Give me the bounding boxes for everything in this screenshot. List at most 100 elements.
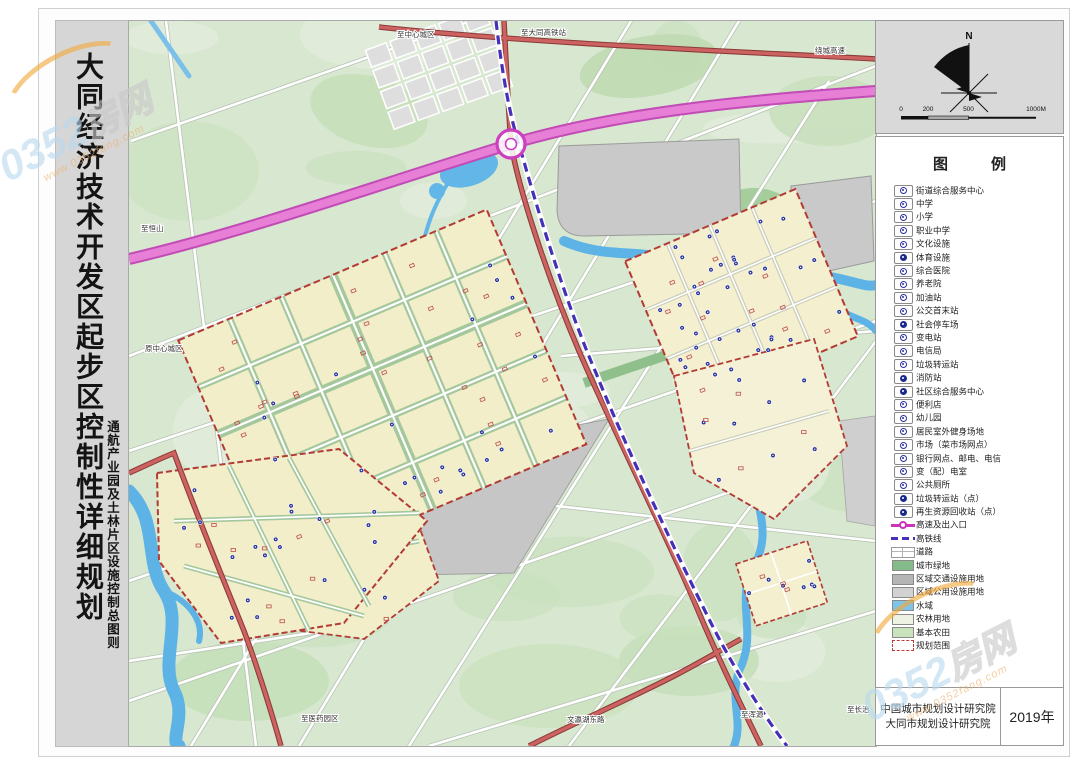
compass-blade [934,45,969,93]
legend-point-icon [890,238,916,250]
legend-row: 垃圾转运站（点） [890,492,1063,505]
interchange-ring [497,130,525,158]
legend-point-icon [890,185,916,197]
legend-row: 便利店 [890,398,1063,411]
legend-row: 社区综合服务中心 [890,385,1063,398]
map-label: 至长治 [847,704,870,714]
legend-row: 银行网点、邮电、电信 [890,452,1063,465]
legend-label: 公共厕所 [916,479,950,491]
legend-label: 公交首末站 [916,305,959,317]
legend-label: 养老院 [916,278,942,290]
legend-row: 职业中学 [890,224,1063,237]
legend-point-icon [890,412,916,424]
legend-label: 高铁线 [916,532,942,544]
legend-row: 高铁线 [890,532,1063,545]
page-subtitle: 通航产业园及土林片区设施控制总图则 [103,420,122,650]
legend-row: 再生资源回收站（点） [890,505,1063,518]
map-canvas: 至中心城区至大同高铁站绕城高速至恒山原中心城区至医药园区文瀛湖东路至浑源至长治 [129,21,876,746]
expressway-swatch [890,520,916,530]
legend-row: 电信局 [890,345,1063,358]
legend-point-icon [890,439,916,451]
legend-point-icon [890,453,916,465]
map-label: 至浑源 [741,710,764,719]
plan-map: 至中心城区至大同高铁站绕城高速至恒山原中心城区至医药园区文瀛湖东路至浑源至长治 [128,20,877,747]
legend-point-icon [890,466,916,478]
legend-row: 垃圾转运站 [890,358,1063,371]
legend-point-icon [890,426,916,438]
legend-point-icon [890,332,916,344]
area-swatch [890,560,916,571]
legend-label: 电信局 [916,345,942,357]
legend-row: 公交首末站 [890,305,1063,318]
map-label: 至中心城区 [397,29,435,39]
legend-point-icon [890,211,916,223]
legend-title: 图 例 [890,153,1063,174]
legend-row: 体育设施 [890,251,1063,264]
legend-label: 规划范围 [916,639,950,651]
north-scale-box: N 0 200 500 1000M [875,20,1064,134]
legend-row: 社会停车场 [890,318,1063,331]
legend-row: 高速及出入口 [890,519,1063,532]
plan-sheet: 大同经济技术开发区起步区控制性详细规划 通航产业园及土林片区设施控制总图则 [0,0,1080,763]
legend-label: 垃圾转运站 [916,358,959,370]
legend-label: 高速及出入口 [916,519,967,531]
legend-label: 文化设施 [916,238,950,250]
legend-point-icon [890,278,916,290]
legend-label: 加油站 [916,291,942,303]
legend-label: 消防站 [916,372,942,384]
footer-box: 中国城市规划设计研究院 大同市规划设计研究院 2019年 [875,687,1064,746]
legend-label: 再生资源回收站（点） [916,506,1001,518]
legend-point-icon [890,345,916,357]
legend-row: 道路 [890,546,1063,559]
legend-point-icon [890,305,916,317]
legend-row: 规划范围 [890,639,1063,652]
legend-label: 变（配）电室 [916,465,967,477]
legend-row: 文化设施 [890,238,1063,251]
legend-row: 区域公用设施用地 [890,586,1063,599]
map-label: 至恒山 [141,223,164,233]
legend-row: 公共厕所 [890,479,1063,492]
legend-point-icon [890,479,916,491]
legend-row: 基本农田 [890,626,1063,639]
svg-text:1000M: 1000M [1026,106,1046,113]
legend-row: 市场（菜市场网点） [890,438,1063,451]
legend-items: 街道综合服务中心中学小学职业中学文化设施体育设施综合医院养老院加油站公交首末站社… [876,184,1063,653]
legend-label: 水域 [916,599,933,611]
legend-point-icon [890,506,916,518]
svg-text:500: 500 [963,106,974,113]
area-swatch [890,574,916,585]
legend-label: 社会停车场 [916,318,959,330]
road-swatch [890,547,916,558]
legend-row: 养老院 [890,278,1063,291]
legend-row: 区域交通设施用地 [890,572,1063,585]
legend-point-icon [890,225,916,237]
legend-point-icon [890,493,916,505]
legend-point-icon [890,319,916,331]
legend-label: 社区综合服务中心 [916,385,984,397]
map-label: 原中心城区 [145,343,183,353]
legend-label: 体育设施 [916,251,950,263]
map-label: 文瀛湖东路 [567,714,605,724]
legend-point-icon [890,386,916,398]
legend-panel: 图 例 街道综合服务中心中学小学职业中学文化设施体育设施综合医院养老院加油站公交… [875,136,1064,688]
legend-label: 基本农田 [916,626,950,638]
legend-label: 垃圾转运站（点） [916,492,984,504]
legend-row: 消防站 [890,371,1063,384]
area-swatch [890,614,916,625]
legend-row: 居民室外健身场地 [890,425,1063,438]
legend-point-icon [890,265,916,277]
legend-label: 区域公用设施用地 [916,586,984,598]
boundary-swatch [890,640,916,651]
legend-point-icon [890,292,916,304]
legend-row: 中学 [890,197,1063,210]
legend-label: 街道综合服务中心 [916,184,984,196]
plan-year: 2019年 [1001,688,1063,745]
legend-point-icon [890,252,916,264]
legend-label: 市场（菜市场网点） [916,439,993,451]
svg-text:0: 0 [899,106,903,113]
legend-label: 区域交通设施用地 [916,573,984,585]
legend-label: 职业中学 [916,224,950,236]
north-label: N [965,31,972,42]
institute-line-1: 中国城市规划设计研究院 [880,702,996,716]
legend-label: 便利店 [916,398,942,410]
